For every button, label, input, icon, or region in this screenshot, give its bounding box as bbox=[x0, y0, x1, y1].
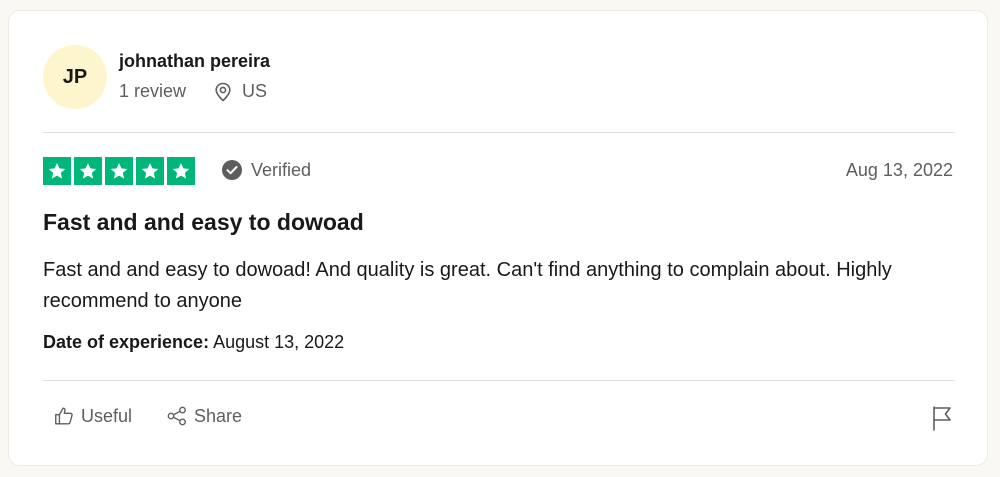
verified-check-icon bbox=[221, 159, 243, 181]
share-button[interactable]: Share bbox=[166, 405, 242, 427]
share-label: Share bbox=[194, 405, 243, 426]
reviewer-meta: 1 review US bbox=[119, 81, 267, 102]
star-icon bbox=[105, 157, 133, 185]
share-icon bbox=[166, 405, 188, 427]
review-date: Aug 13, 2022 bbox=[845, 160, 953, 180]
review-card: JP johnathan pereira 1 review US Verifie… bbox=[8, 10, 988, 466]
reviewer-location: US bbox=[242, 81, 268, 101]
star-rating bbox=[43, 157, 195, 185]
useful-button[interactable]: Useful bbox=[53, 405, 132, 427]
reviewer-name[interactable]: johnathan pereira bbox=[119, 51, 270, 72]
review-actions: Useful Share bbox=[53, 405, 276, 427]
divider bbox=[43, 132, 955, 133]
review-count: 1 review bbox=[119, 81, 187, 101]
star-icon bbox=[74, 157, 102, 185]
verified-label: Verified bbox=[251, 159, 312, 180]
star-icon bbox=[167, 157, 195, 185]
location-pin-icon bbox=[214, 82, 232, 102]
flag-icon bbox=[931, 405, 953, 431]
verified-badge[interactable]: Verified bbox=[221, 159, 311, 181]
avatar-initials: JP bbox=[62, 65, 88, 88]
review-title[interactable]: Fast and and easy to dowoad bbox=[43, 209, 364, 236]
thumbs-up-icon bbox=[53, 405, 75, 427]
avatar[interactable]: JP bbox=[43, 45, 107, 109]
useful-label: Useful bbox=[81, 405, 133, 426]
report-flag-button[interactable] bbox=[931, 405, 953, 431]
star-icon bbox=[43, 157, 71, 185]
divider bbox=[43, 380, 955, 381]
date-of-experience: Date of experience: August 13, 2022 bbox=[43, 332, 344, 353]
star-icon bbox=[136, 157, 164, 185]
experience-date: August 13, 2022 bbox=[213, 332, 345, 352]
experience-label: Date of experience: bbox=[43, 332, 210, 352]
review-body: Fast and and easy to dowoad! And quality… bbox=[43, 259, 892, 312]
